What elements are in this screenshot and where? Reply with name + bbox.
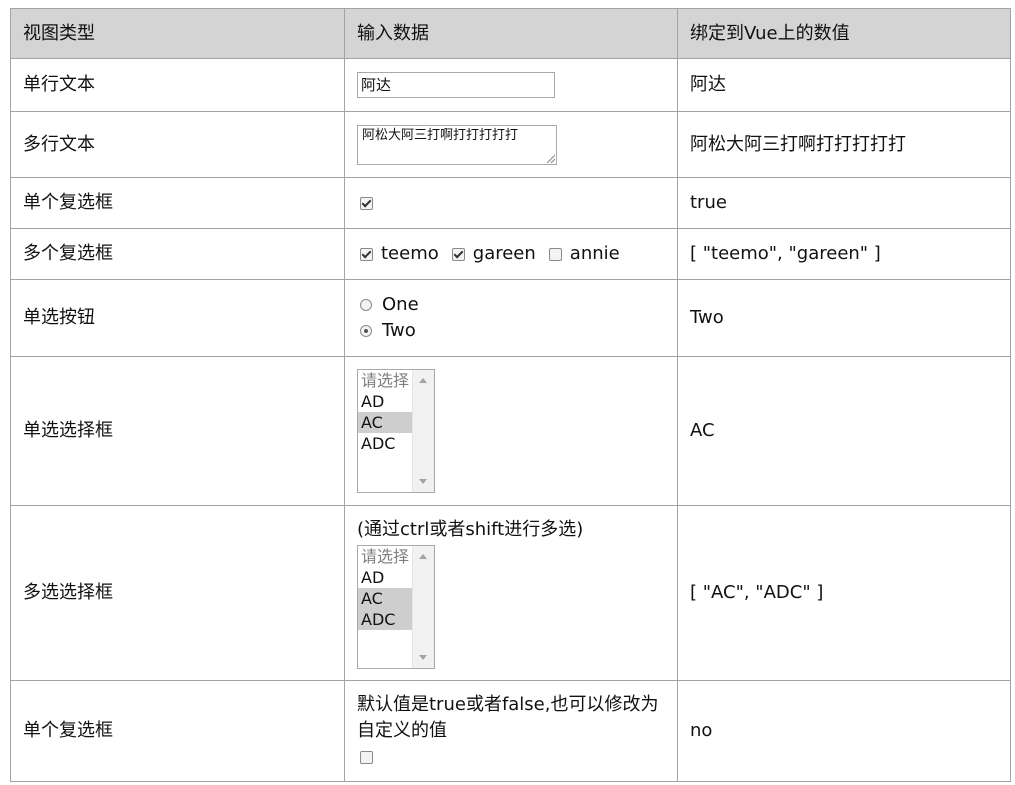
radio-two[interactable] — [360, 325, 372, 337]
row-multi-text: 多行文本 阿松大阿三打啊打打打打打 阿松大阿三打啊打打打打打 — [10, 111, 1011, 178]
checkbox-label-gareen: gareen — [472, 243, 536, 264]
select-option-ac[interactable]: AC — [358, 412, 413, 433]
checkbox-teemo[interactable] — [360, 247, 373, 261]
row-label: 单个复选框 — [10, 177, 345, 229]
bound-value: true — [677, 177, 1011, 229]
header-view-type: 视图类型 — [10, 8, 345, 59]
row-radio: 单选按钮 One Two Two — [10, 279, 1011, 357]
row-multi-select: 多选选择框 (通过ctrl或者shift进行多选) 请选择 AD AC ADC … — [10, 505, 1011, 681]
input-cell: 请选择 AD AC ADC — [344, 356, 678, 506]
listbox-scrollbar[interactable] — [412, 370, 434, 492]
checkbox-label-annie: annie — [569, 243, 620, 264]
multi-text-textarea[interactable]: 阿松大阿三打啊打打打打打 — [357, 124, 557, 165]
textarea-content: 阿松大阿三打啊打打打打打 — [362, 127, 519, 143]
single-text-input[interactable] — [357, 71, 555, 98]
select-option-ad[interactable]: AD — [358, 567, 413, 588]
radio-option-two[interactable]: Two — [357, 318, 665, 344]
select-option-adc[interactable]: ADC — [358, 433, 413, 454]
row-label: 单行文本 — [10, 58, 345, 112]
bound-value: no — [677, 680, 1011, 782]
row-label: 多行文本 — [10, 111, 345, 178]
header-row: 视图类型 输入数据 绑定到Vue上的数值 — [10, 8, 1011, 59]
row-label: 多选选择框 — [10, 505, 345, 681]
checkbox-annie[interactable] — [548, 247, 562, 261]
bound-value: 阿松大阿三打啊打打打打打 — [677, 111, 1011, 178]
custom-checkbox-hint: 默认值是true或者false,也可以修改为自定义的值 — [357, 694, 659, 741]
row-single-checkbox: 单个复选框 true — [10, 177, 1011, 229]
row-custom-checkbox: 单个复选框 默认值是true或者false,也可以修改为自定义的值 no — [10, 680, 1011, 782]
select-option-placeholder[interactable]: 请选择 — [358, 546, 413, 567]
row-single-text: 单行文本 阿达 — [10, 58, 1011, 112]
input-cell: 默认值是true或者false,也可以修改为自定义的值 — [344, 680, 678, 782]
input-cell: One Two — [344, 279, 678, 357]
multi-select-listbox[interactable]: 请选择 AD AC ADC — [357, 545, 435, 669]
select-option-ad[interactable]: AD — [358, 391, 413, 412]
input-cell — [344, 58, 678, 112]
resize-grip-icon[interactable] — [547, 154, 555, 163]
listbox-scrollbar[interactable] — [412, 546, 434, 668]
row-label: 单选按钮 — [10, 279, 345, 357]
single-checkbox[interactable] — [360, 196, 373, 210]
radio-label-two: Two — [382, 320, 416, 341]
bound-value: [ "AC", "ADC" ] — [677, 505, 1011, 681]
checkbox-gareen[interactable] — [451, 247, 465, 261]
row-label: 单选选择框 — [10, 356, 345, 506]
scroll-up-icon[interactable] — [419, 378, 427, 383]
multi-select-hint: (通过ctrl或者shift进行多选) — [357, 519, 584, 540]
checkbox-label-teemo: teemo — [381, 243, 439, 264]
scroll-down-icon[interactable] — [419, 655, 427, 660]
single-select-listbox[interactable]: 请选择 AD AC ADC — [357, 369, 435, 493]
bound-value: 阿达 — [677, 58, 1011, 112]
row-label: 单个复选框 — [10, 680, 345, 782]
select-option-placeholder[interactable]: 请选择 — [358, 370, 413, 391]
select-option-adc[interactable]: ADC — [358, 609, 413, 630]
header-bound-value: 绑定到Vue上的数值 — [677, 8, 1011, 59]
select-option-ac[interactable]: AC — [358, 588, 413, 609]
bound-value: [ "teemo", "gareen" ] — [677, 228, 1011, 280]
row-single-select: 单选选择框 请选择 AD AC ADC AC — [10, 356, 1011, 506]
radio-one[interactable] — [360, 299, 372, 311]
bound-value: AC — [677, 356, 1011, 506]
vue-binding-table: 视图类型 输入数据 绑定到Vue上的数值 单行文本 阿达 多行文本 阿松大阿三打… — [10, 8, 1011, 782]
input-cell — [344, 177, 678, 229]
bound-value: Two — [677, 279, 1011, 357]
input-cell: 阿松大阿三打啊打打打打打 — [344, 111, 678, 178]
custom-checkbox[interactable] — [360, 750, 373, 764]
header-input-data: 输入数据 — [344, 8, 678, 59]
input-cell: teemo gareen annie — [344, 228, 678, 280]
row-multi-checkbox: 多个复选框 teemo gareen annie [ "teemo", "garee… — [10, 228, 1011, 280]
radio-option-one[interactable]: One — [357, 292, 665, 318]
input-cell: (通过ctrl或者shift进行多选) 请选择 AD AC ADC — [344, 505, 678, 681]
row-label: 多个复选框 — [10, 228, 345, 280]
radio-label-one: One — [382, 294, 419, 315]
scroll-down-icon[interactable] — [419, 479, 427, 484]
scroll-up-icon[interactable] — [419, 554, 427, 559]
